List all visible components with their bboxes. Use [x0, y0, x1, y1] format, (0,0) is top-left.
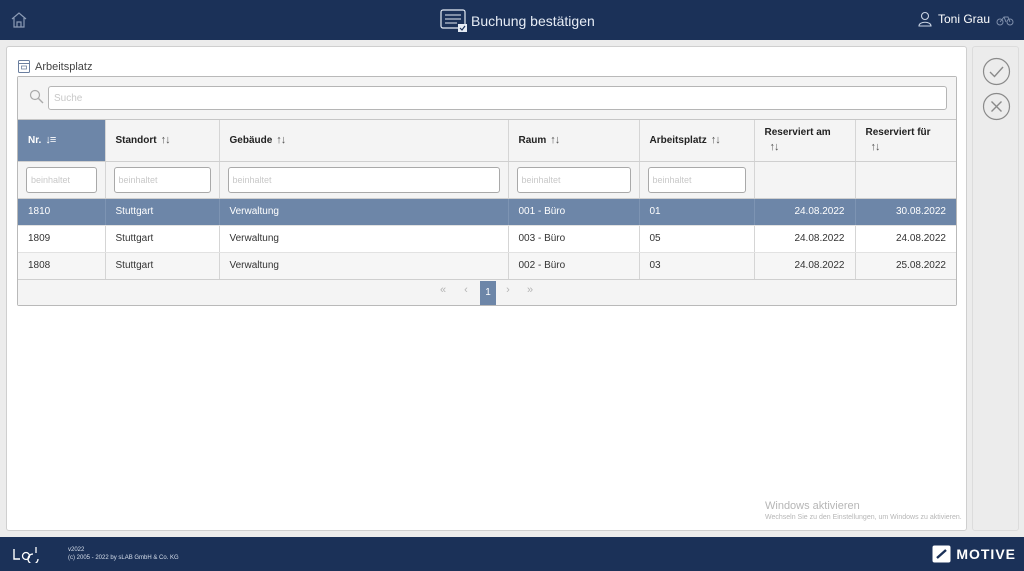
watermark-title: Windows aktivieren: [765, 500, 860, 512]
cell-arbeitsplatz: 03: [639, 252, 755, 280]
x-circle-icon[interactable]: [982, 92, 1011, 121]
sort-icon[interactable]: ↑↓: [871, 141, 947, 154]
check-circle-icon[interactable]: [982, 57, 1011, 86]
workplace-table: Nr. ↓≡ Standort ↑↓ Gebäude ↑↓ Raum ↑↓ Arbeit…: [18, 120, 956, 280]
last-page-button[interactable]: »: [523, 284, 537, 296]
cell-nr: 1810: [18, 198, 106, 226]
cell-standort: Stuttgart: [105, 252, 220, 280]
cell-gebaeude: Verwaltung: [219, 198, 509, 226]
column-label: Standort: [115, 135, 157, 147]
filter-cell: [508, 161, 640, 199]
filter-row: [18, 161, 956, 199]
cell-raum: 003 - Büro: [508, 225, 640, 253]
filter-input-nr[interactable]: [26, 166, 97, 193]
app-logo-icon: [13, 547, 39, 563]
cell-raum: 001 - Büro: [508, 198, 640, 226]
cell-reserviert-am: 24.08.2022: [754, 252, 856, 280]
brand-logo: MOTIVE: [932, 545, 1016, 563]
column-label: Gebäude: [229, 135, 273, 147]
column-header-reserviert-fuer[interactable]: Reserviert für ↑↓: [855, 120, 956, 162]
column-label: Raum: [518, 135, 547, 147]
cell-raum: 002 - Büro: [508, 252, 640, 280]
column-label: Nr.: [28, 135, 42, 147]
search-bar: [18, 77, 956, 120]
column-header-reserviert-am[interactable]: Reserviert am ↑↓: [754, 120, 856, 162]
user-icon: [918, 11, 932, 27]
cell-nr: 1808: [18, 252, 106, 280]
sort-icon[interactable]: ↑↓: [711, 134, 721, 146]
bike-icon[interactable]: [996, 11, 1014, 27]
filter-input-arbeitsplatz[interactable]: [647, 166, 746, 193]
section-header: Arbeitsplatz: [18, 60, 92, 73]
sort-icon[interactable]: ↓≡: [45, 134, 56, 146]
version-label: v2022: [68, 547, 85, 553]
column-header-arbeitsplatz[interactable]: Arbeitsplatz ↑↓: [639, 120, 755, 162]
user-name[interactable]: Toni Grau: [938, 12, 990, 26]
column-header-gebaeude[interactable]: Gebäude ↑↓: [219, 120, 509, 162]
cell-gebaeude: Verwaltung: [219, 252, 509, 280]
home-icon[interactable]: [10, 11, 28, 29]
cell-arbeitsplatz: 01: [639, 198, 755, 226]
data-grid: Nr.↓≡ Standort↑↓ Gebäude↑↓ Raum↑↓ Arbeit…: [17, 76, 957, 306]
top-bar: Buchung bestätigen Toni Grau: [0, 0, 1024, 40]
workplace-icon: [18, 60, 30, 73]
column-header-raum[interactable]: Raum ↑↓: [508, 120, 640, 162]
footer-bar: v2022 (c) 2005 - 2022 by sLAB GmbH & Co.…: [0, 537, 1024, 571]
table-row[interactable]: 1809 Stuttgart Verwaltung 003 - Büro 05 …: [18, 225, 956, 253]
cell-reserviert-fuer: 24.08.2022: [855, 225, 956, 253]
column-header-nr[interactable]: Nr. ↓≡: [18, 120, 106, 162]
filter-cell: [105, 161, 220, 199]
filter-input-standort[interactable]: [113, 166, 211, 193]
column-header-standort[interactable]: Standort ↑↓: [105, 120, 220, 162]
cell-reserviert-am: 24.08.2022: [754, 198, 856, 226]
first-page-button[interactable]: «: [436, 284, 450, 296]
sort-icon[interactable]: ↑↓: [276, 134, 286, 146]
sort-icon[interactable]: ↑↓: [161, 134, 171, 146]
prev-page-button[interactable]: ‹: [459, 284, 473, 296]
copyright-label: (c) 2005 - 2022 by sLAB GmbH & Co. KG: [68, 555, 179, 561]
sort-icon[interactable]: ↑↓: [770, 141, 845, 154]
search-icon: [29, 89, 44, 104]
cell-gebaeude: Verwaltung: [219, 225, 509, 253]
cell-standort: Stuttgart: [105, 225, 220, 253]
page-title: Buchung bestätigen: [471, 13, 595, 29]
table-row[interactable]: 1808 Stuttgart Verwaltung 002 - Büro 03 …: [18, 252, 956, 280]
brand-mark-icon: [932, 545, 951, 563]
watermark-subtitle: Wechseln Sie zu den Einstellungen, um Wi…: [765, 514, 962, 521]
filter-cell: [639, 161, 755, 199]
cell-standort: Stuttgart: [105, 198, 220, 226]
column-label: Reserviert für: [865, 127, 931, 139]
confirm-booking-icon: [440, 9, 467, 32]
brand-name: MOTIVE: [956, 546, 1016, 562]
cell-reserviert-am: 24.08.2022: [754, 225, 856, 253]
filter-input-raum[interactable]: [516, 166, 631, 193]
cell-reserviert-fuer: 30.08.2022: [855, 198, 956, 226]
column-label: Arbeitsplatz: [649, 135, 707, 147]
table-header-row: Nr. ↓≡ Standort ↑↓ Gebäude ↑↓ Raum ↑↓ Arbeit…: [18, 120, 956, 162]
filter-cell: [219, 161, 509, 199]
cell-nr: 1809: [18, 225, 106, 253]
windows-activation-watermark: Windows aktivieren Wechseln Sie zu den E…: [765, 500, 962, 521]
table-row[interactable]: 1810 Stuttgart Verwaltung 001 - Büro 01 …: [18, 198, 956, 226]
version-info: v2022 (c) 2005 - 2022 by sLAB GmbH & Co.…: [68, 546, 179, 562]
title-group: Buchung bestätigen: [440, 9, 595, 33]
filter-cell: [18, 161, 106, 199]
current-page-button[interactable]: 1: [480, 281, 496, 305]
filter-cell-empty: [754, 161, 856, 199]
pagination: « ‹ 1 › »: [18, 279, 956, 305]
action-panel: [972, 46, 1019, 531]
filter-input-gebaeude[interactable]: [227, 166, 500, 193]
next-page-button[interactable]: ›: [501, 284, 515, 296]
section-title: Arbeitsplatz: [35, 60, 93, 73]
column-label: Reserviert am: [764, 127, 831, 139]
sort-icon[interactable]: ↑↓: [550, 134, 560, 146]
cell-arbeitsplatz: 05: [639, 225, 755, 253]
cell-reserviert-fuer: 25.08.2022: [855, 252, 956, 280]
main-panel: Arbeitsplatz Nr.↓≡ Standort↑↓ Gebäude↑↓ …: [6, 46, 967, 531]
user-area: Toni Grau: [918, 11, 1014, 27]
filter-cell-empty: [855, 161, 956, 199]
search-input[interactable]: [48, 86, 947, 110]
